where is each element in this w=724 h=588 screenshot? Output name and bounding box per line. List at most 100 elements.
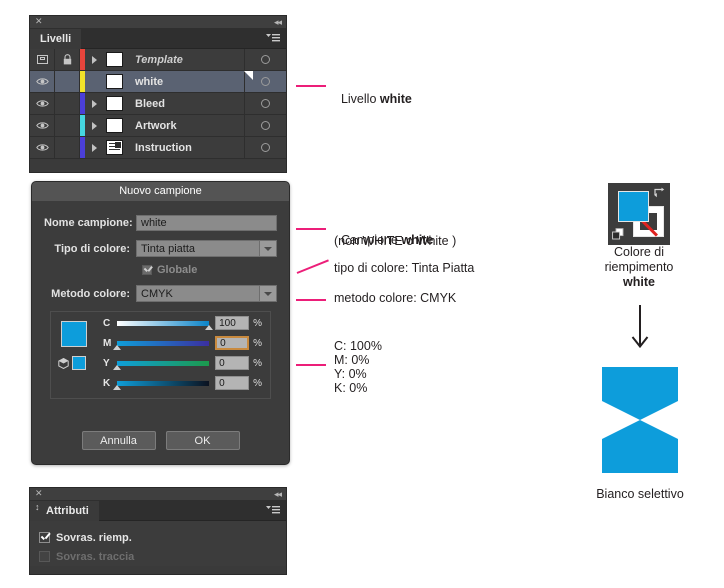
attributes-panel: ✕ ◂◂ ↕ Attributi Sovras. riemp. Sovras. t… — [29, 487, 287, 575]
cmyk-slider-row: C 100% — [103, 316, 262, 330]
layer-target-circle[interactable] — [244, 93, 286, 114]
out-of-gamut-icon[interactable] — [58, 357, 69, 369]
slider-track[interactable] — [117, 320, 214, 330]
leader-line-colormode — [296, 299, 326, 301]
color-proxy-row — [58, 356, 86, 370]
slider-channel-label: C — [103, 317, 111, 329]
layer-row[interactable]: Artwork — [30, 115, 286, 137]
color-mode-label: Metodo colore: — [51, 287, 130, 300]
color-type-value: Tinta piatta — [141, 243, 196, 255]
layer-disclosure-triangle[interactable] — [85, 93, 103, 114]
selected-layer-corner — [244, 71, 253, 80]
layer-visibility-toggle[interactable] — [30, 71, 55, 92]
cancel-button[interactable]: Annulla — [81, 431, 156, 450]
chevron-down-icon[interactable] — [259, 286, 276, 301]
color-preview-swatch — [61, 321, 87, 347]
panel-menu-icon[interactable] — [266, 505, 280, 516]
chevron-right-icon — [91, 143, 97, 152]
slider-value-input[interactable]: 0 — [215, 376, 250, 390]
slider-unit-label: % — [253, 337, 262, 349]
layer-name[interactable]: Template — [129, 54, 244, 66]
layer-visibility-toggle[interactable] — [30, 93, 55, 114]
slider-gradient — [117, 360, 210, 366]
layer-row[interactable]: Template — [30, 49, 286, 71]
layers-panel-topbar: ✕ ◂◂ — [30, 16, 286, 29]
layer-target-circle[interactable] — [244, 137, 286, 158]
leader-line-colortype — [296, 259, 329, 274]
tab-attributi[interactable]: Attributi — [30, 501, 99, 521]
fill-stroke-indicator-icon[interactable] — [608, 183, 670, 245]
double-chevron-left-icon[interactable]: ◂◂ — [274, 489, 282, 500]
layer-visibility-toggle[interactable] — [30, 137, 55, 158]
attribute-checkbox — [39, 551, 50, 562]
swap-fill-stroke-icon[interactable] — [654, 187, 665, 198]
global-label: Globale — [157, 264, 198, 276]
layer-row[interactable]: Bleed — [30, 93, 286, 115]
cmyk-slider-row: M 0% — [103, 336, 262, 350]
layer-indicator-icon — [36, 55, 48, 64]
slider-track[interactable] — [113, 360, 210, 370]
double-chevron-left-icon[interactable]: ◂◂ — [274, 17, 282, 28]
layer-target-circle[interactable] — [244, 49, 286, 70]
layer-lock-toggle[interactable] — [55, 93, 80, 114]
dialog-body: Nome campione: white Tipo di colore: Tin… — [32, 201, 289, 450]
dialog-buttons: Annulla OK — [32, 431, 289, 450]
attribute-row[interactable]: Sovras. traccia — [39, 547, 286, 566]
layer-row[interactable]: white — [30, 71, 286, 93]
layer-name[interactable]: Instruction — [129, 142, 244, 154]
default-fill-stroke-icon[interactable] — [612, 228, 624, 240]
layer-visibility-toggle[interactable] — [30, 49, 55, 70]
lock-icon — [63, 54, 71, 65]
slider-thumb[interactable] — [113, 384, 121, 390]
slider-value-input[interactable]: 100 — [215, 316, 250, 330]
layer-lock-toggle[interactable] — [55, 49, 80, 70]
layer-disclosure-triangle[interactable] — [85, 71, 103, 92]
color-mode-select[interactable]: CMYK — [136, 285, 277, 302]
ok-button[interactable]: OK — [165, 431, 240, 450]
fill-swatch[interactable] — [618, 191, 649, 222]
attribute-checkbox[interactable] — [39, 532, 50, 543]
slider-thumb[interactable] — [113, 344, 121, 350]
layer-name[interactable]: Bleed — [129, 98, 244, 110]
attribute-row[interactable]: Sovras. riemp. — [39, 528, 286, 547]
annotation-cmyk-values: C: 100% M: 0% Y: 0% K: 0% — [334, 339, 382, 395]
slider-track[interactable] — [113, 380, 210, 390]
attributes-panel-topbar: ✕ ◂◂ — [30, 488, 286, 501]
panel-menu-glyph — [266, 34, 280, 42]
chevron-down-icon[interactable] — [259, 241, 276, 256]
layer-target-circle[interactable] — [244, 115, 286, 136]
layer-lock-toggle[interactable] — [55, 71, 80, 92]
cmyk-slider-row: Y 0% — [103, 356, 262, 370]
layer-disclosure-triangle[interactable] — [85, 137, 103, 158]
dialog-title: Nuovo campione — [32, 182, 289, 201]
annotation-color-type: tipo di colore: Tinta Piatta — [334, 261, 475, 275]
panel-menu-icon[interactable] — [266, 33, 280, 44]
layer-thumbnail — [103, 115, 129, 136]
slider-value-input[interactable]: 0 — [215, 356, 250, 370]
slider-track[interactable] — [113, 340, 210, 350]
tab-livelli[interactable]: Livelli — [30, 29, 82, 49]
layer-thumbnail-box — [106, 118, 123, 133]
leader-line-swatch — [296, 228, 326, 230]
layer-lock-toggle[interactable] — [55, 115, 80, 136]
close-icon[interactable]: ✕ — [35, 17, 43, 28]
layer-name[interactable]: Artwork — [129, 120, 244, 132]
layer-name[interactable]: white — [129, 76, 244, 88]
in-gamut-swatch[interactable] — [72, 356, 86, 370]
color-type-select[interactable]: Tinta piatta — [136, 240, 277, 257]
layer-lock-toggle[interactable] — [55, 137, 80, 158]
layer-disclosure-triangle[interactable] — [85, 115, 103, 136]
layers-panel: ✕ ◂◂ Livelli Template white Bleed Artwork In… — [29, 15, 287, 173]
layer-visibility-toggle[interactable] — [30, 115, 55, 136]
close-icon[interactable]: ✕ — [35, 489, 43, 500]
global-checkbox — [142, 265, 152, 275]
swatch-name-input[interactable]: white — [136, 215, 277, 231]
slider-value-input[interactable]: 0 — [215, 336, 250, 350]
slider-unit-label: % — [253, 357, 262, 369]
target-circle-icon — [261, 55, 270, 64]
slider-thumb[interactable] — [113, 364, 121, 370]
layer-disclosure-triangle[interactable] — [85, 49, 103, 70]
updown-chevron-icon[interactable]: ↕ — [35, 503, 40, 512]
layer-row[interactable]: Instruction — [30, 137, 286, 159]
slider-thumb[interactable] — [205, 324, 214, 330]
